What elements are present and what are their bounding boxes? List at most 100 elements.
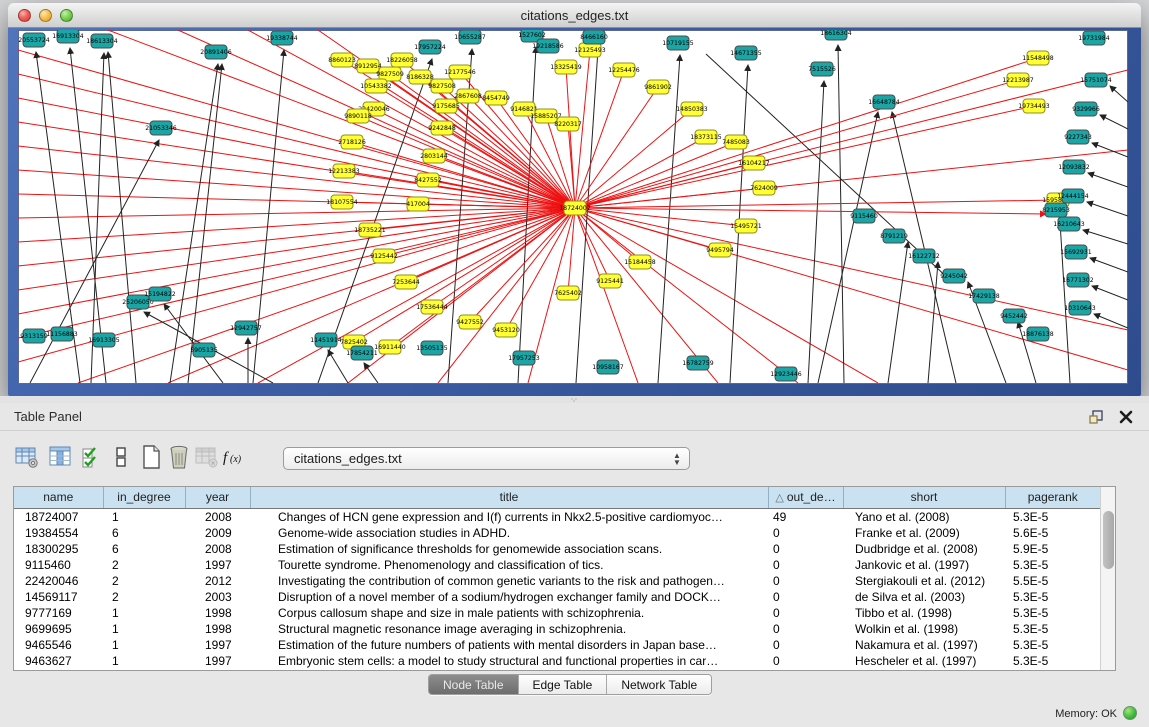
table-cell[interactable]: 1997: [185, 557, 250, 573]
graph-node[interactable]: 15692931: [1060, 245, 1092, 259]
graph-node[interactable]: 9115460: [850, 209, 878, 223]
graph-edge[interactable]: [808, 81, 824, 383]
graph-edge[interactable]: [575, 208, 1046, 214]
column-header-in_degree[interactable]: in_degree: [103, 487, 185, 508]
table-cell[interactable]: 5.3E-5: [1005, 508, 1100, 525]
table-cell[interactable]: Nakamura et al. (1997): [843, 637, 1005, 653]
graph-node[interactable]: 11548498: [1022, 51, 1054, 65]
graph-edge[interactable]: [253, 50, 284, 383]
graph-node[interactable]: 16104217: [738, 156, 770, 170]
graph-node[interactable]: 17957224: [414, 40, 446, 54]
table-cell[interactable]: 0: [768, 605, 843, 621]
table-cell[interactable]: 9699695: [14, 621, 103, 637]
graph-node[interactable]: 7625402: [554, 286, 582, 300]
graph-edge[interactable]: [188, 64, 222, 383]
table-row[interactable]: 2242004622012Investigating the contribut…: [14, 573, 1100, 589]
table-cell[interactable]: 5.9E-5: [1005, 541, 1100, 557]
table-row[interactable]: 1830029562008Estimation of significance …: [14, 541, 1100, 557]
graph-edge[interactable]: [506, 208, 575, 330]
table-cell[interactable]: 2012: [185, 573, 250, 589]
graph-edge[interactable]: [18, 50, 575, 208]
graph-edge[interactable]: [575, 142, 736, 208]
graph-edge[interactable]: [1083, 230, 1128, 244]
graph-node[interactable]: 18724007: [559, 201, 591, 215]
graph-node[interactable]: 10958167: [592, 360, 624, 374]
graph-edge[interactable]: [1087, 202, 1128, 216]
graph-node[interactable]: 7515526: [808, 62, 836, 76]
table-cell[interactable]: 0: [768, 525, 843, 541]
graph-node[interactable]: 13505135: [416, 341, 448, 355]
table-cell[interactable]: 0: [768, 589, 843, 605]
function-builder-button[interactable]: f (x): [221, 442, 251, 474]
table-row[interactable]: 946362711997Embryonic stem cells: a mode…: [14, 653, 1100, 669]
table-cell[interactable]: 1997: [185, 637, 250, 653]
graph-edge[interactable]: [575, 208, 878, 383]
table-cell[interactable]: 5.6E-5: [1005, 525, 1100, 541]
graph-edge[interactable]: [1092, 286, 1128, 300]
graph-edge[interactable]: [928, 262, 938, 383]
table-cell[interactable]: Jankovic et al. (1997): [843, 557, 1005, 573]
graph-node[interactable]: 10655287: [454, 30, 486, 44]
table-cell[interactable]: 9115460: [14, 557, 103, 573]
table-cell[interactable]: 2: [103, 557, 185, 573]
graph-node[interactable]: 17536444: [416, 300, 448, 314]
table-cell[interactable]: Embryonic stem cells: a model to study s…: [250, 653, 768, 669]
graph-node[interactable]: 12125493: [574, 43, 606, 57]
table-cell[interactable]: 5.3E-5: [1005, 621, 1100, 637]
graph-edge[interactable]: [892, 112, 956, 383]
table-cell[interactable]: 14569117: [14, 589, 103, 605]
graph-node[interactable]: 19338744: [266, 31, 298, 45]
table-cell[interactable]: Tibbo et al. (1998): [843, 605, 1005, 621]
graph-node[interactable]: 9827508: [428, 79, 456, 93]
table-cell[interactable]: 19384554: [14, 525, 103, 541]
table-cell[interactable]: 0: [768, 541, 843, 557]
graph-node[interactable]: 9453120: [492, 323, 520, 337]
graph-node[interactable]: 19218586: [532, 39, 564, 53]
column-header-out_de[interactable]: △out_de…: [768, 487, 843, 508]
table-row[interactable]: 977716911998Corpus callosum shape and si…: [14, 605, 1100, 621]
graph-edge[interactable]: [1100, 115, 1128, 129]
table-cell[interactable]: 6: [103, 541, 185, 557]
table-cell[interactable]: 6: [103, 525, 185, 541]
table-cell[interactable]: Yano et al. (2008): [843, 508, 1005, 525]
vertical-scrollbar[interactable]: [1100, 487, 1115, 670]
graph-node[interactable]: 15751074: [1080, 73, 1112, 87]
graph-node[interactable]: 2803144: [420, 149, 448, 163]
table-cell[interactable]: Disruption of a novel member of a sodium…: [250, 589, 768, 605]
column-header-year[interactable]: year: [185, 487, 250, 508]
table-cell[interactable]: 1998: [185, 621, 250, 637]
table-cell[interactable]: 9465546: [14, 637, 103, 653]
graph-node[interactable]: 17854211: [346, 346, 378, 360]
graph-node[interactable]: 9452442: [1000, 309, 1028, 323]
table-cell[interactable]: Estimation of the future numbers of pati…: [250, 637, 768, 653]
table-row[interactable]: 1938455462009Genome-wide association stu…: [14, 525, 1100, 541]
close-panel-button[interactable]: [1117, 408, 1135, 426]
graph-node[interactable]: 16122712: [908, 249, 940, 263]
graph-node[interactable]: 9313159: [20, 329, 48, 343]
graph-edge[interactable]: [374, 109, 575, 208]
graph-node[interactable]: 8791219: [880, 229, 908, 243]
graph-node[interactable]: 7253644: [392, 275, 420, 289]
table-row[interactable]: 969969511998Structural magnetic resonanc…: [14, 621, 1100, 637]
tab-node-table[interactable]: Node Table: [429, 675, 519, 694]
graph-edge[interactable]: [364, 363, 378, 383]
graph-node[interactable]: 10310643: [1064, 301, 1096, 315]
graph-node[interactable]: 417004: [406, 197, 430, 211]
table-cell[interactable]: 49: [768, 508, 843, 525]
graph-node[interactable]: 10719155: [662, 36, 694, 50]
graph-edge[interactable]: [575, 208, 1128, 330]
graph-edge[interactable]: [575, 208, 720, 250]
graph-node[interactable]: 8466160: [580, 30, 608, 44]
table-cell[interactable]: Wolkin et al. (1998): [843, 621, 1005, 637]
tab-edge-table[interactable]: Edge Table: [519, 675, 608, 694]
graph-edge[interactable]: [1110, 86, 1128, 102]
table-cell[interactable]: Franke et al. (2009): [843, 525, 1005, 541]
table-row[interactable]: 1872400712008Changes of HCN gene express…: [14, 508, 1100, 525]
graph-edge[interactable]: [368, 66, 575, 208]
graph-edge[interactable]: [328, 350, 348, 383]
graph-node[interactable]: 5905135: [190, 343, 218, 357]
row-height-button[interactable]: [106, 442, 136, 474]
graph-node[interactable]: 11156883: [46, 327, 78, 341]
table-row[interactable]: 1456911722003Disruption of a novel membe…: [14, 589, 1100, 605]
graph-node[interactable]: 8215953: [1042, 203, 1070, 217]
